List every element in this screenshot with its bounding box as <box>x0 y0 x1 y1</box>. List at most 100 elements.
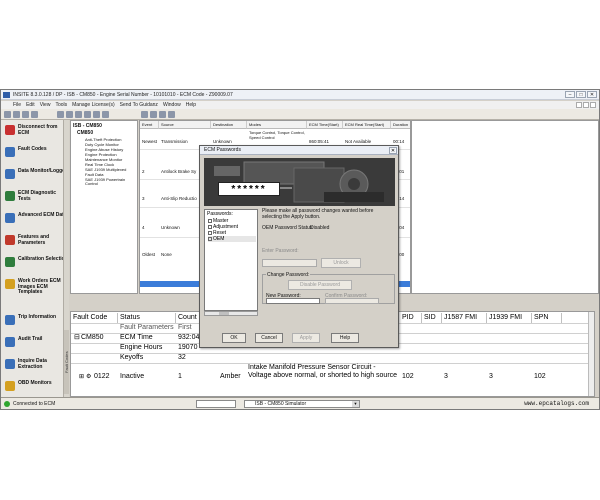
mdi-controls <box>576 101 596 108</box>
menu-window[interactable]: Window <box>163 101 181 109</box>
event-cell: Oldest <box>142 252 156 257</box>
ok-button[interactable]: OK <box>222 333 246 343</box>
change-password-label: Change Password: <box>266 272 311 278</box>
forward-icon[interactable] <box>13 111 20 118</box>
grid-icon[interactable] <box>102 111 109 118</box>
chart-icon[interactable] <box>159 111 166 118</box>
fault-gear-icon: ⚙ <box>86 374 92 380</box>
col-header-ecm-time[interactable]: ECM Time(Start) <box>307 121 343 129</box>
tree-ecm-node[interactable]: CM850 <box>77 130 93 136</box>
disable-password-button[interactable]: Disable Password <box>288 280 352 290</box>
col-header-modes[interactable]: Modes <box>247 121 307 129</box>
real-time-cell: Not Available <box>345 139 372 144</box>
col-header-fault-code[interactable]: Fault Code <box>71 313 118 323</box>
maximize-button[interactable]: □ <box>576 91 586 98</box>
col-header-j1587-fmi[interactable]: J1587 FMI <box>442 313 487 323</box>
col-header-event[interactable]: Event <box>140 121 159 129</box>
ecm-time-cell: 860:05:41 <box>309 139 330 144</box>
mdi-restore-button[interactable] <box>583 102 589 108</box>
sidebar-item-label: Fault Codes <box>18 146 47 152</box>
sidebar-item-inquire[interactable]: Inquire Data Extraction <box>3 356 67 376</box>
sidebar-item-label: Trip Information <box>18 314 57 320</box>
device-selector[interactable]: ISB - CM850 Simulator ▼ <box>244 400 360 408</box>
window-title: INSITE 8.3.0.128 / DP - ISB - CM850 - En… <box>13 92 233 98</box>
fault-codes-side-tab[interactable]: Fault Codes <box>64 330 69 394</box>
col-header-duration[interactable]: Duration <box>391 121 410 129</box>
menu-view[interactable]: View <box>40 101 51 109</box>
chevron-down-icon[interactable]: ▼ <box>352 401 359 407</box>
menu-send-to-guidanz[interactable]: Send To Guidanz <box>120 101 158 109</box>
tree-leaf[interactable]: SAE J1939 Powertrain Control <box>85 177 139 187</box>
work-orders-icon <box>5 279 15 289</box>
print-icon[interactable] <box>31 111 38 118</box>
disconnect-icon[interactable] <box>75 111 82 118</box>
help-button[interactable]: Help <box>331 333 359 343</box>
col-header-j1939-fmi[interactable]: J1939 FMI <box>487 313 532 323</box>
passwords-list: Passwords: Master Adjustment Reset OEM <box>204 209 258 311</box>
col-header-status[interactable]: Status <box>118 313 176 323</box>
col-header-destination[interactable]: Destination <box>211 121 247 129</box>
col-header-sid[interactable]: SID <box>422 313 442 323</box>
tree-root[interactable]: ISB - CM850 <box>73 123 102 129</box>
col-header-source[interactable]: Source <box>159 121 211 129</box>
sidebar-item-fault-codes[interactable]: Fault Codes <box>3 144 67 164</box>
sidebar-item-diagnostic-tests[interactable]: ECM Diagnostic Tests <box>3 188 67 208</box>
back-icon[interactable] <box>4 111 11 118</box>
sidebar-item-obd-monitors[interactable]: OBD Monitors <box>3 378 67 398</box>
vertical-scrollbar[interactable] <box>588 312 594 396</box>
enter-password-input[interactable] <box>262 259 317 267</box>
unlock-button[interactable]: Unlock <box>321 258 361 268</box>
dialog-close-button[interactable]: ✕ <box>389 147 397 154</box>
play-icon[interactable] <box>150 111 157 118</box>
status-cell: Keyoffs <box>120 354 144 361</box>
mdi-minimize-button[interactable] <box>576 102 582 108</box>
connect-icon[interactable] <box>66 111 73 118</box>
sidebar-item-work-orders[interactable]: Work Orders ECM Images ECM Templates <box>3 276 67 302</box>
description-cell: Intake Manifold Pressure Sensor Circuit … <box>248 364 398 379</box>
close-window-button[interactable]: ✕ <box>587 91 597 98</box>
menu-file[interactable]: File <box>13 101 21 109</box>
status-value: Disabled <box>310 225 330 231</box>
new-password-input[interactable] <box>266 298 320 304</box>
key-icon <box>208 231 212 235</box>
mdi-close-button[interactable] <box>590 102 596 108</box>
expand-collapse-icon[interactable]: ⊟ <box>74 334 80 342</box>
spn-cell: 102 <box>534 373 546 380</box>
stop-icon[interactable] <box>141 111 148 118</box>
filter-icon[interactable] <box>93 111 100 118</box>
advanced-data-icon <box>5 213 15 223</box>
ecm-tree: ISB - CM850 CM850 Anti-Theft Protection … <box>70 120 138 294</box>
menu-tools[interactable]: Tools <box>55 101 67 109</box>
sidebar-item-calibration[interactable]: Calibration Selection <box>3 254 68 274</box>
save-icon[interactable] <box>22 111 29 118</box>
apply-button[interactable]: Apply <box>292 333 320 343</box>
open-icon[interactable] <box>57 111 64 118</box>
col-header-real-time[interactable]: ECM Real Time(Start) <box>343 121 391 129</box>
sidebar-item-trip-information[interactable]: Trip Information <box>3 312 67 332</box>
refresh-icon[interactable] <box>84 111 91 118</box>
tools-icon[interactable] <box>168 111 175 118</box>
list-horizontal-scrollbar[interactable] <box>204 311 258 316</box>
password-item-oem[interactable]: OEM <box>208 236 256 242</box>
menu-edit[interactable]: Edit <box>26 101 35 109</box>
trip-icon <box>5 315 15 325</box>
menu-help[interactable]: Help <box>186 101 196 109</box>
col-header-pid[interactable]: PID <box>400 313 422 323</box>
sidebar-item-data-monitor[interactable]: Data Monitor/Logger <box>3 166 67 186</box>
scrollbar-thumb[interactable] <box>219 312 229 315</box>
menu-manage-licenses[interactable]: Manage License(s) <box>72 101 115 109</box>
sidebar-item-advanced-data[interactable]: Advanced ECM Data <box>3 210 67 230</box>
event-cell: 4 <box>142 225 145 230</box>
expand-icon[interactable]: ⊞ <box>79 373 84 381</box>
minimize-button[interactable]: – <box>565 91 575 98</box>
sidebar-item-features[interactable]: Features and Parameters <box>3 232 67 252</box>
confirm-password-input[interactable] <box>325 298 379 304</box>
sidebar-item-audit-trail[interactable]: Audit Trail <box>3 334 67 354</box>
col-header-spn[interactable]: SPN <box>532 313 562 323</box>
sidebar-item-disconnect[interactable]: Disconnect from ECM <box>3 122 67 142</box>
row-divider <box>71 353 594 354</box>
connection-status: Connected to ECM <box>13 401 56 407</box>
count-cell: First <box>178 324 192 331</box>
cancel-button[interactable]: Cancel <box>255 333 283 343</box>
source-cell: Unknown <box>161 225 180 230</box>
